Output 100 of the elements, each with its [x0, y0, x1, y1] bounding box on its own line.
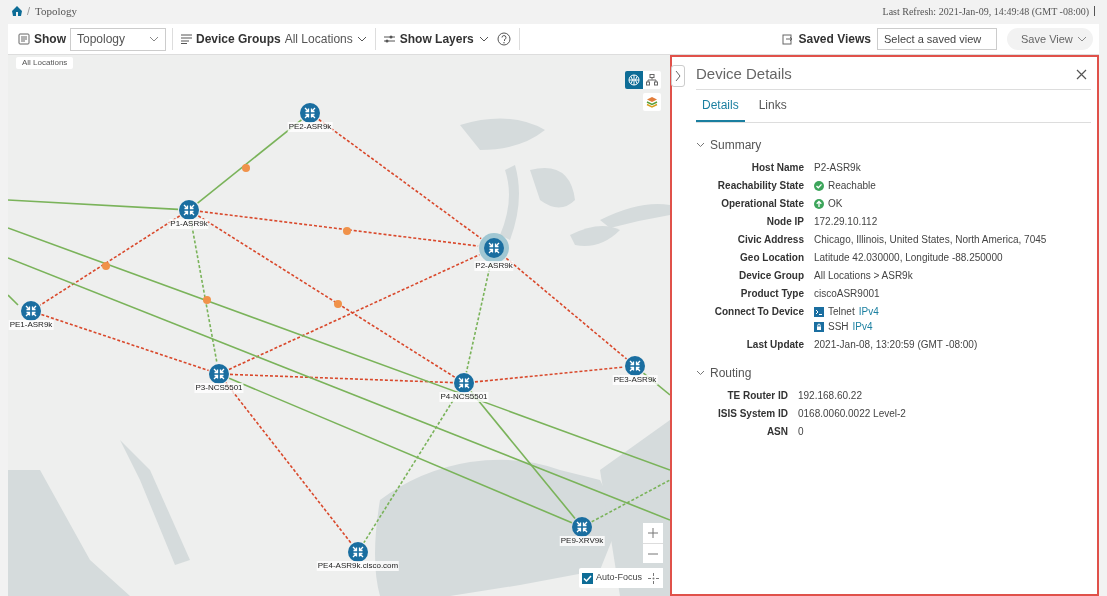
- field-value: 2021-Jan-08, 13:20:59 (GMT -08:00): [814, 339, 978, 351]
- saved-view-field[interactable]: Select a saved view: [877, 28, 997, 50]
- field-value: 192.168.60.22: [798, 390, 862, 402]
- save-view-button[interactable]: Save View: [1007, 28, 1093, 50]
- field-label: TE Router ID: [726, 390, 788, 402]
- link-marker[interactable]: [203, 296, 211, 304]
- layers-icon: [646, 96, 658, 108]
- chevron-down-icon: [696, 370, 705, 376]
- device-groups-dropdown[interactable]: Device Groups All Locations: [173, 24, 375, 54]
- field-label: Civic Address: [736, 234, 804, 246]
- breadcrumb-link[interactable]: Topology: [35, 2, 78, 20]
- field-label: Connect To Device: [713, 306, 804, 319]
- field-value: Reachable: [828, 180, 876, 192]
- auto-focus-checkbox[interactable]: Auto-Focus: [579, 568, 646, 588]
- check-circle-icon: [814, 181, 824, 191]
- node-label: PE3-ASR9k: [612, 375, 658, 385]
- field-label: Device Group: [737, 270, 804, 282]
- link-line[interactable]: [8, 294, 19, 306]
- field-value: 0168.0060.0022 Level-2: [798, 408, 906, 420]
- map-scope-badge: All Locations: [16, 57, 74, 69]
- field-label: Reachability State: [716, 180, 804, 192]
- field-label: Product Type: [739, 288, 804, 300]
- field-value: ciscoASR9001: [814, 288, 880, 300]
- node-label: PE1-ASR9k: [8, 320, 54, 330]
- router-node[interactable]: [625, 356, 645, 376]
- chevron-down-icon: [696, 142, 705, 148]
- collapse-panel-button[interactable]: [671, 65, 685, 87]
- router-node[interactable]: [21, 301, 41, 321]
- show-layers-dropdown[interactable]: Show Layers: [375, 24, 497, 54]
- field-value: P2-ASR9k: [814, 162, 861, 174]
- router-node[interactable]: [179, 200, 199, 220]
- center-button[interactable]: [643, 568, 663, 588]
- link-marker[interactable]: [102, 262, 110, 270]
- router-node[interactable]: [300, 103, 320, 123]
- router-node[interactable]: [209, 364, 229, 384]
- node-label: P1-ASR9k: [169, 219, 209, 229]
- router-node[interactable]: [454, 373, 474, 393]
- field-label: Host Name: [750, 162, 804, 174]
- field-label: Geo Location: [739, 252, 804, 264]
- ipv4-link[interactable]: IPv4: [852, 321, 873, 333]
- router-node[interactable]: [348, 542, 368, 562]
- plus-icon: [648, 528, 658, 538]
- checkmark-icon: [583, 573, 592, 583]
- saved-view-icon: [781, 33, 793, 45]
- protocol-label: SSH: [828, 321, 849, 333]
- breadcrumb-separator: /: [27, 3, 31, 19]
- panel-title: Device Details: [696, 63, 792, 84]
- link-marker[interactable]: [334, 300, 342, 308]
- close-icon[interactable]: [1076, 68, 1087, 80]
- hierarchy-icon: [646, 74, 658, 86]
- field-label: Node IP: [765, 216, 804, 228]
- node-label: PE9-XRV9k: [559, 536, 605, 546]
- layers-button[interactable]: [643, 93, 661, 111]
- chevron-down-icon: [149, 36, 159, 42]
- chevron-right-icon: [675, 70, 681, 82]
- crosshair-icon: [647, 572, 659, 584]
- field-label: ISIS System ID: [716, 408, 788, 420]
- chevron-down-icon: [478, 36, 489, 42]
- section-header[interactable]: Routing: [696, 364, 752, 382]
- help-icon[interactable]: [496, 32, 511, 46]
- globe-view-button[interactable]: [625, 71, 643, 89]
- report-icon: [18, 33, 30, 45]
- field-label: Last Update: [745, 339, 804, 351]
- field-value: OK: [828, 198, 843, 210]
- show-label: Show: [34, 31, 66, 48]
- field-label: ASN: [765, 426, 788, 438]
- field-label: Operational State: [720, 198, 804, 210]
- section-header[interactable]: Summary: [696, 136, 762, 154]
- hierarchy-view-button[interactable]: [643, 71, 661, 89]
- last-refresh-text: Last Refresh: 2021-Jan-09, 14:49:48 (GMT -08:00): [882, 4, 1089, 19]
- field-value: 0: [798, 426, 804, 438]
- panel-tab[interactable]: Links: [752, 96, 793, 122]
- link-marker[interactable]: [343, 227, 351, 235]
- globe-icon: [628, 74, 640, 86]
- list-icon: [181, 34, 192, 44]
- chevron-down-icon: [1077, 36, 1087, 42]
- node-label: PE2-ASR9k: [287, 122, 333, 132]
- terminal-icon: [814, 307, 824, 317]
- router-node[interactable]: [572, 517, 592, 537]
- ipv4-link[interactable]: IPv4: [858, 306, 879, 318]
- lock-icon: [814, 322, 824, 332]
- node-label: P3-NCS5501: [194, 383, 244, 393]
- protocol-label: Telnet: [828, 306, 855, 318]
- minus-icon: [648, 552, 658, 555]
- show-dropdown[interactable]: Topology: [70, 27, 166, 51]
- node-label: PE4-ASR9k.cisco.com: [316, 561, 400, 571]
- field-value: Chicago, Illinois, United States, North America, 7045: [814, 234, 1047, 246]
- node-label: P4-NCS5501: [439, 392, 489, 402]
- saved-views-label: Saved Views: [798, 31, 871, 48]
- field-value: Latitude 42.030000, Longitude -88.250000: [814, 252, 1003, 264]
- node-label: P2-ASR9k: [474, 261, 514, 271]
- field-value: All Locations > ASR9k: [814, 270, 913, 282]
- panel-tab[interactable]: Details: [696, 96, 745, 122]
- arrow-up-circle-icon: [814, 199, 824, 209]
- link-marker[interactable]: [242, 164, 250, 172]
- chevron-down-icon: [356, 36, 367, 42]
- field-value: 172.29.10.112: [814, 216, 878, 228]
- sliders-icon: [383, 34, 395, 44]
- home-icon[interactable]: [12, 6, 22, 16]
- link-line[interactable]: [229, 373, 454, 384]
